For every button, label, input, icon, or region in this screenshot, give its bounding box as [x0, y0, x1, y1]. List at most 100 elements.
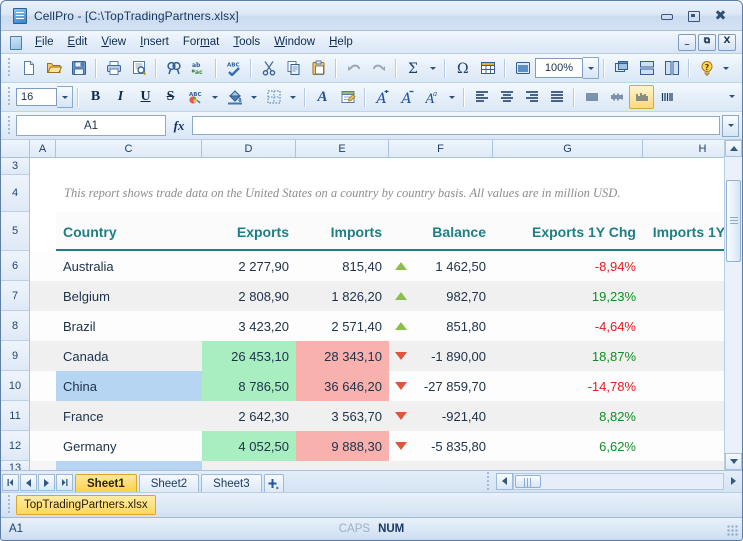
mdi-restore-button[interactable]: ⧉: [698, 34, 716, 51]
mdi-close-button[interactable]: X: [718, 34, 736, 51]
fullscreen-icon[interactable]: [510, 56, 535, 80]
symbol-icon[interactable]: Ω: [450, 56, 475, 80]
font-style-icon[interactable]: A: [310, 85, 335, 109]
align-left-icon[interactable]: [469, 85, 494, 109]
cell-exports-7[interactable]: 2 808,90: [202, 281, 296, 311]
cell-G13[interactable]: [493, 461, 643, 470]
change-case-dropdown-icon[interactable]: [445, 85, 459, 109]
cell-exports-chg-12[interactable]: 6,62%: [493, 431, 643, 461]
help-icon[interactable]: ?: [694, 56, 719, 80]
row-header-6[interactable]: 6: [1, 251, 29, 281]
decrease-font-icon[interactable]: A: [395, 85, 420, 109]
hscroll-grip[interactable]: [485, 472, 492, 492]
formula-expand-icon[interactable]: [722, 115, 739, 137]
scroll-left-button[interactable]: [496, 473, 513, 490]
row-header-7[interactable]: 7: [1, 281, 29, 311]
mdi-minimize-button[interactable]: _: [678, 34, 696, 51]
menu-item-edit[interactable]: Edit: [61, 33, 95, 52]
minimize-window-button[interactable]: [659, 9, 674, 23]
column-header-F[interactable]: F: [389, 140, 493, 157]
cell-country-11[interactable]: France: [56, 401, 202, 431]
cell-A11[interactable]: [30, 401, 56, 431]
sheet-tab-sheet2[interactable]: Sheet2: [139, 474, 199, 492]
column-title-country[interactable]: Country: [56, 212, 202, 251]
formula-bar-grip[interactable]: [6, 116, 13, 136]
cut-icon[interactable]: [256, 56, 281, 80]
menu-item-window[interactable]: Window: [267, 33, 322, 52]
barcode-4-icon[interactable]: [654, 85, 679, 109]
borders-dropdown-icon[interactable]: [286, 85, 300, 109]
print-preview-icon[interactable]: [126, 56, 151, 80]
borders-icon[interactable]: [261, 85, 286, 109]
table-icon[interactable]: [475, 56, 500, 80]
cell-balance-6[interactable]: 1 462,50: [389, 251, 493, 281]
menu-item-file[interactable]: File: [28, 33, 61, 52]
cell-imports-7[interactable]: 1 826,20: [296, 281, 389, 311]
cell-A4[interactable]: [30, 175, 56, 212]
cell-balance-12[interactable]: -5 835,80: [389, 431, 493, 461]
spellcheck-icon[interactable]: ABC: [221, 56, 246, 80]
report-note[interactable]: This report shows trade data on the Unit…: [56, 175, 742, 212]
add-sheet-icon[interactable]: [264, 474, 284, 492]
toolbar-overflow-icon[interactable]: [719, 56, 733, 80]
cell-F13[interactable]: [389, 461, 493, 470]
menu-item-view[interactable]: View: [94, 33, 133, 52]
cell-country-6[interactable]: Australia: [56, 251, 202, 281]
row-header-10[interactable]: 10: [1, 371, 29, 401]
row-header-12[interactable]: 12: [1, 431, 29, 461]
fill-color-dropdown-icon[interactable]: [247, 85, 261, 109]
zoom-dropdown-icon[interactable]: [583, 57, 599, 79]
cell-exports-chg-6[interactable]: -8,94%: [493, 251, 643, 281]
column-title-exports[interactable]: Exports: [202, 212, 296, 251]
cell-exports-6[interactable]: 2 277,90: [202, 251, 296, 281]
cell-C13[interactable]: [56, 461, 202, 470]
maximize-window-button[interactable]: [686, 9, 701, 23]
cell-exports-12[interactable]: 4 052,50: [202, 431, 296, 461]
column-header-E[interactable]: E: [296, 140, 389, 157]
menu-item-insert[interactable]: Insert: [133, 33, 176, 52]
horizontal-scroll-thumb[interactable]: [515, 475, 541, 488]
arrange-windows-icon[interactable]: [609, 56, 634, 80]
copy-icon[interactable]: [281, 56, 306, 80]
cell-imports-12[interactable]: 9 888,30: [296, 431, 389, 461]
font-size-dropdown-icon[interactable]: [57, 86, 73, 108]
align-right-icon[interactable]: [519, 85, 544, 109]
autosum-dropdown-icon[interactable]: [426, 56, 440, 80]
paste-icon[interactable]: [306, 56, 331, 80]
column-header-A[interactable]: A: [30, 140, 56, 157]
format-toolbar-grip[interactable]: [6, 87, 13, 107]
font-color-icon[interactable]: ABC: [183, 85, 208, 109]
cell-imports-6[interactable]: 815,40: [296, 251, 389, 281]
undo-icon[interactable]: [341, 56, 366, 80]
cell-exports-9[interactable]: 26 453,10: [202, 341, 296, 371]
align-justify-icon[interactable]: [544, 85, 569, 109]
cell-E13[interactable]: [296, 461, 389, 470]
barcode-3-icon[interactable]: [629, 85, 654, 109]
strikethrough-icon[interactable]: S: [158, 85, 183, 109]
fill-color-icon[interactable]: [222, 85, 247, 109]
cell-A13[interactable]: [30, 461, 56, 470]
column-header-D[interactable]: D: [202, 140, 296, 157]
cell-imports-9[interactable]: 28 343,10: [296, 341, 389, 371]
cell-A12[interactable]: [30, 431, 56, 461]
split-horizontal-icon[interactable]: [634, 56, 659, 80]
cell-balance-10[interactable]: -27 859,70: [389, 371, 493, 401]
formula-input[interactable]: [192, 116, 720, 135]
first-sheet-icon[interactable]: [2, 474, 19, 491]
scroll-up-button[interactable]: [725, 140, 742, 157]
row-header-13[interactable]: 13: [1, 461, 29, 470]
row-header-3[interactable]: 3: [1, 158, 29, 175]
open-icon[interactable]: [41, 56, 66, 80]
prev-sheet-icon[interactable]: [20, 474, 37, 491]
cell-A6[interactable]: [30, 251, 56, 281]
new-icon[interactable]: [16, 56, 41, 80]
save-icon[interactable]: [66, 56, 91, 80]
underline-icon[interactable]: U: [133, 85, 158, 109]
print-icon[interactable]: [101, 56, 126, 80]
cell-balance-11[interactable]: -921,40: [389, 401, 493, 431]
cell-exports-chg-11[interactable]: 8,82%: [493, 401, 643, 431]
cell-exports-8[interactable]: 3 423,20: [202, 311, 296, 341]
cell-exports-chg-9[interactable]: 18,87%: [493, 341, 643, 371]
bold-icon[interactable]: B: [83, 85, 108, 109]
column-title-exports-chg[interactable]: Exports 1Y Chg: [493, 212, 643, 251]
